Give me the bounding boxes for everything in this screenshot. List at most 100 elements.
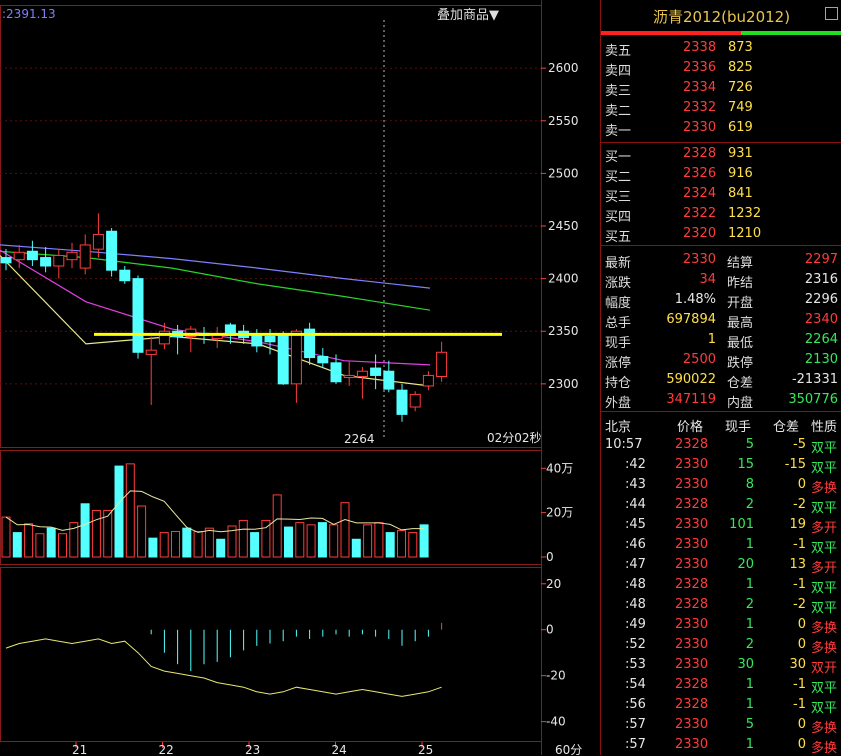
window-toggle-icon[interactable] <box>825 7 838 20</box>
tick-oi-change: 0 <box>797 717 806 732</box>
tick-volume: 2 <box>745 497 754 512</box>
bid-price: 2322 <box>683 206 717 221</box>
volume-bar <box>182 527 192 558</box>
ask-label: 卖二 <box>605 104 632 119</box>
price-tick-label: 2550 <box>548 114 579 128</box>
stat-row: 持仓 590022 仓差 -21331 <box>601 370 841 391</box>
volume-bar <box>317 522 327 558</box>
macd-tick-label: 20 <box>546 577 561 591</box>
tick-type: 双平 <box>811 681 838 696</box>
volume-bar <box>238 519 248 558</box>
tick-oi-change: 30 <box>789 657 806 672</box>
candle-body <box>343 374 355 379</box>
candle-body <box>317 355 329 364</box>
macd-tick-label: -20 <box>546 669 566 683</box>
low-price-marker: 2264 <box>344 432 375 446</box>
tick-type: 双平 <box>811 441 838 456</box>
tick-type: 双平 <box>811 461 838 476</box>
tick-type: 多开 <box>811 521 838 536</box>
tick-volume: 1 <box>745 737 754 752</box>
volume-bar <box>340 502 350 558</box>
ask-volume: 825 <box>728 60 753 75</box>
volume-tick-label: 0 <box>546 550 554 564</box>
volume-bar <box>250 532 260 558</box>
stat-value: 697894 <box>666 312 716 327</box>
stat-value: 347119 <box>666 392 716 407</box>
tick-row: :43 2330 8 0 多换 <box>601 475 841 496</box>
bar-countdown: 02分02秒 <box>487 431 542 445</box>
stat-value: -21331 <box>791 372 838 387</box>
tick-volume: 5 <box>745 717 754 732</box>
kline-chart[interactable]: :2391.13 叠加商品▼230023502400245025002550260… <box>0 0 600 755</box>
stat-value: 1.48% <box>674 292 716 307</box>
bid-label: 买二 <box>605 170 632 185</box>
tick-price: 2330 <box>675 737 709 752</box>
tick-type: 双平 <box>811 601 838 616</box>
tick-time: :48 <box>625 577 646 592</box>
tick-type: 双开 <box>811 661 838 676</box>
panel-separator <box>601 142 841 143</box>
tick-type: 多开 <box>811 561 838 576</box>
stat-row: 外盘 347119 内盘 350776 <box>601 390 841 411</box>
stat-value: 2264 <box>804 332 838 347</box>
candle-body <box>422 374 434 387</box>
volume-bar <box>80 503 90 558</box>
tick-oi-change: -15 <box>784 457 806 472</box>
ask-volume: 619 <box>728 120 753 135</box>
overlay-button[interactable]: 叠加商品▼ <box>437 8 499 23</box>
stat-value: 2316 <box>804 272 838 287</box>
stat-value: 2296 <box>804 292 838 307</box>
stat-value: 1 <box>707 332 716 347</box>
tick-time: :57 <box>625 717 646 732</box>
candle-body <box>53 254 65 267</box>
tick-row: :52 2330 2 0 多换 <box>601 635 841 656</box>
tick-time: :47 <box>625 557 646 572</box>
tick-price: 2328 <box>675 497 709 512</box>
tick-header-time: 北京 <box>605 420 632 435</box>
tick-row: :57 2330 1 0 多换 <box>601 735 841 756</box>
tick-oi-change: -2 <box>793 597 806 612</box>
ask-row: 卖一 2330 619 <box>601 118 841 139</box>
time-tick-label: 25 <box>418 743 433 755</box>
tick-time: :54 <box>625 677 646 692</box>
tick-price: 2330 <box>675 637 709 652</box>
volume-bar <box>204 527 214 558</box>
tick-oi-change: -1 <box>793 577 806 592</box>
volume-bar <box>114 465 124 558</box>
time-tick-label: 24 <box>332 743 347 755</box>
stat-label: 幅度 <box>605 296 632 311</box>
candle-body <box>370 367 382 376</box>
bid-label: 买一 <box>605 150 632 165</box>
tick-row: :56 2328 1 -1 双平 <box>601 695 841 716</box>
volume-bar <box>419 524 429 558</box>
stat-label: 昨结 <box>727 276 754 291</box>
tick-volume: 1 <box>745 577 754 592</box>
candle-body <box>290 330 302 385</box>
tick-price: 2330 <box>675 717 709 732</box>
volume-bar <box>216 538 226 558</box>
tick-price: 2330 <box>675 517 709 532</box>
time-tick-label: 22 <box>159 743 174 755</box>
tick-volume: 5 <box>745 437 754 452</box>
volume-bar <box>46 527 56 558</box>
stat-label: 最低 <box>727 336 754 351</box>
tick-type: 多换 <box>811 481 838 496</box>
tick-oi-change: -1 <box>793 697 806 712</box>
stat-value: 2130 <box>804 352 838 367</box>
stat-label: 现手 <box>605 336 632 351</box>
volume-bar <box>12 532 22 558</box>
tick-time: :53 <box>625 657 646 672</box>
volume-bar <box>385 532 395 558</box>
ask-price: 2332 <box>683 100 717 115</box>
ma-line-1 <box>0 244 431 289</box>
tick-row: :42 2330 15 -15 双平 <box>601 455 841 476</box>
tick-volume: 1 <box>745 697 754 712</box>
price-tick-label: 2600 <box>548 61 579 75</box>
stat-value: 2500 <box>682 352 716 367</box>
tick-price: 2330 <box>675 537 709 552</box>
stat-value: 2340 <box>804 312 838 327</box>
tick-oi-change: -1 <box>793 537 806 552</box>
tick-time: :42 <box>625 457 646 472</box>
tick-row: 10:57 2328 5 -5 双平 <box>601 435 841 456</box>
stat-row: 涨停 2500 跌停 2130 <box>601 350 841 371</box>
